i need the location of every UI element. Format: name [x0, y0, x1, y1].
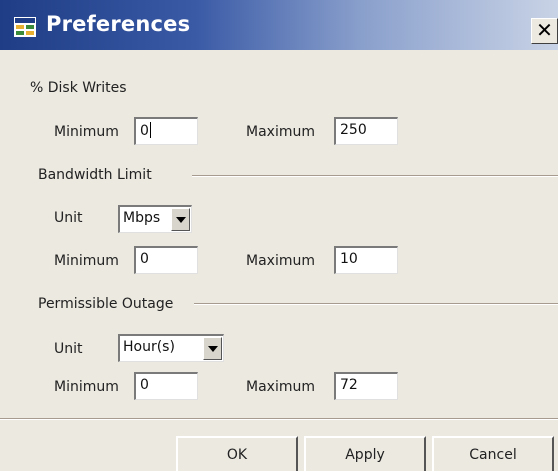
text-caret [149, 122, 151, 138]
footer-separator [0, 418, 558, 420]
outage-min-label: Minimum [54, 379, 119, 395]
bandwidth-unit-label: Unit [54, 210, 83, 226]
outage-unit-select[interactable]: Hour(s) [118, 334, 224, 362]
disk-writes-min-input[interactable]: 0 [134, 117, 198, 145]
outage-unit-value: Hour(s) [123, 339, 175, 355]
outage-separator [194, 303, 558, 305]
outage-max-input[interactable]: 72 [334, 372, 398, 400]
bandwidth-heading: Bandwidth Limit [38, 167, 152, 183]
disk-writes-heading: % Disk Writes [30, 80, 127, 96]
bandwidth-unit-value: Mbps [123, 210, 161, 226]
window-app-icon [14, 17, 36, 37]
apply-button[interactable]: Apply [304, 436, 426, 471]
disk-writes-max-label: Maximum [246, 124, 315, 140]
bandwidth-max-input[interactable]: 10 [334, 246, 398, 274]
outage-max-label: Maximum [246, 379, 315, 395]
preferences-dialog: Preferences ✕ % Disk Writes Minimum 0 Ma… [0, 0, 558, 471]
disk-writes-min-label: Minimum [54, 124, 119, 140]
bandwidth-unit-select[interactable]: Mbps [118, 205, 192, 233]
cancel-button[interactable]: Cancel [432, 436, 554, 471]
close-button[interactable]: ✕ [531, 18, 558, 44]
bandwidth-min-input[interactable]: 0 [134, 246, 198, 274]
outage-min-input[interactable]: 0 [134, 372, 198, 400]
window-title: Preferences [46, 12, 191, 36]
close-icon: ✕ [536, 18, 553, 42]
chevron-down-icon[interactable] [171, 208, 190, 231]
bandwidth-separator [192, 175, 558, 177]
disk-writes-max-input[interactable]: 250 [334, 117, 398, 145]
bandwidth-min-label: Minimum [54, 253, 119, 269]
bandwidth-max-label: Maximum [246, 253, 315, 269]
ok-button[interactable]: OK [176, 436, 298, 471]
chevron-down-icon[interactable] [203, 337, 222, 360]
title-bar[interactable]: Preferences ✕ [0, 0, 558, 50]
disk-writes-min-value: 0 [140, 123, 149, 139]
outage-heading: Permissible Outage [38, 296, 174, 312]
outage-unit-label: Unit [54, 341, 83, 357]
